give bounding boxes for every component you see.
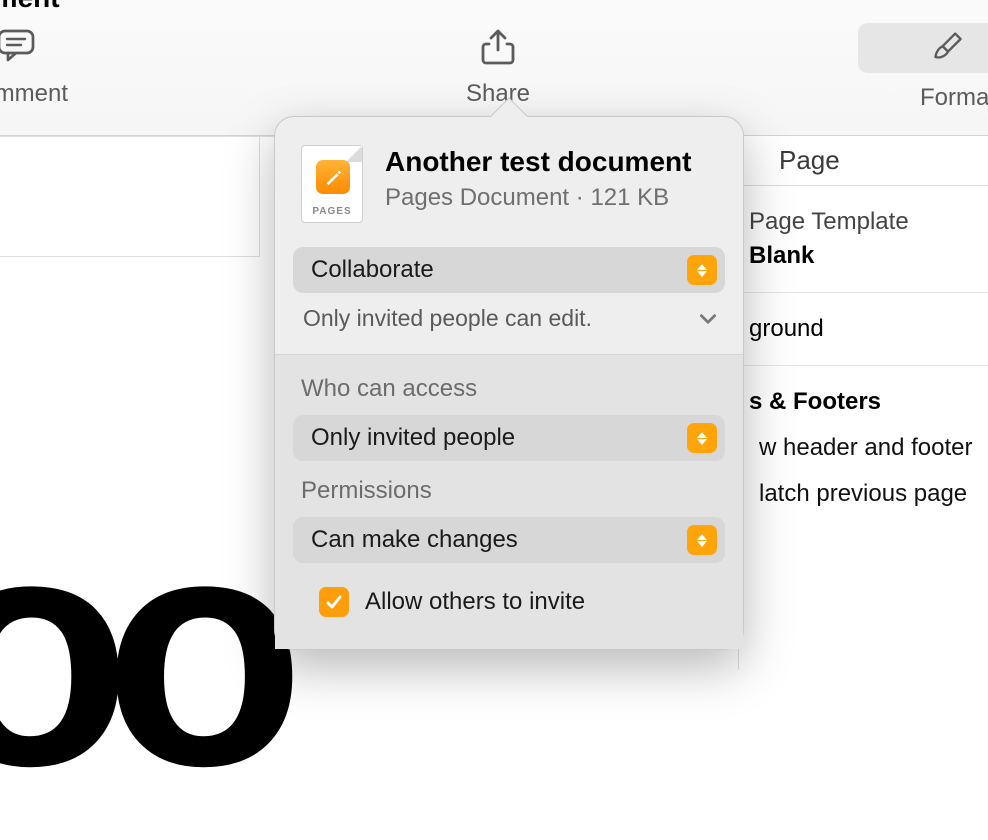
- share-icon: [478, 28, 518, 62]
- inspector-headers-section: s & Footers w header and footer latch pr…: [739, 366, 988, 530]
- headers-footers-label: s & Footers: [749, 388, 988, 416]
- share-summary-disclosure[interactable]: Only invited people can edit.: [275, 293, 743, 354]
- stepper-icon: [687, 255, 717, 285]
- inspector-panel: Page Page Template Blank ground s & Foot…: [738, 136, 988, 670]
- share-doc-meta: Pages Document · 121 KB: [385, 184, 691, 212]
- speech-bubble-icon: [0, 28, 36, 62]
- share-doc-kind: Pages Document: [385, 184, 569, 211]
- share-doc-size: 121 KB: [590, 184, 669, 211]
- pages-app-icon: [316, 160, 350, 194]
- share-summary-text: Only invited people can edit.: [303, 305, 592, 332]
- checkbox-checked-icon: [319, 587, 349, 617]
- template-value: Blank: [749, 242, 988, 270]
- row-match-previous-page[interactable]: latch previous page: [759, 480, 988, 508]
- stepper-icon: [687, 423, 717, 453]
- format-toolbar-button[interactable]: [858, 23, 988, 73]
- permissions-label: Permissions: [293, 477, 725, 517]
- window-title: cument: [0, 0, 60, 14]
- share-label: Share: [466, 80, 530, 107]
- access-section: Who can access Only invited people Permi…: [275, 355, 743, 649]
- allow-others-invite-row[interactable]: Allow others to invite: [293, 569, 725, 643]
- background-label: ground: [749, 315, 988, 343]
- share-mode-value: Collaborate: [311, 256, 434, 284]
- inspector-template-section: Page Template Blank: [739, 186, 988, 293]
- access-value: Only invited people: [311, 424, 515, 452]
- comment-label: Comment: [0, 80, 68, 107]
- share-doc-title: Another test document: [385, 145, 691, 178]
- permissions-select[interactable]: Can make changes: [293, 517, 725, 563]
- tab-page[interactable]: Page: [739, 145, 988, 176]
- allow-others-invite-label: Allow others to invite: [365, 588, 585, 616]
- share-toolbar-button[interactable]: Share: [438, 28, 558, 108]
- template-label: Page Template: [749, 208, 988, 236]
- inspector-tab-bar: Page: [739, 136, 988, 186]
- document-icon: PAGES: [301, 145, 363, 223]
- share-popover: PAGES Another test document Pages Docume…: [274, 116, 744, 650]
- page-edge: [0, 137, 260, 257]
- access-select[interactable]: Only invited people: [293, 415, 725, 461]
- format-label: Format: [920, 84, 988, 111]
- document-icon-label: PAGES: [302, 206, 362, 217]
- row-show-header-footer[interactable]: w header and footer: [759, 434, 988, 462]
- share-mode-select[interactable]: Collaborate: [293, 247, 725, 293]
- share-header: PAGES Another test document Pages Docume…: [275, 117, 743, 241]
- format-label-wrap: Format: [898, 84, 988, 112]
- inspector-background-section: ground: [739, 293, 988, 366]
- access-label: Who can access: [293, 375, 725, 415]
- comment-toolbar-button[interactable]: Comment: [0, 28, 76, 108]
- permissions-value: Can make changes: [311, 526, 518, 554]
- stepper-icon: [687, 525, 717, 555]
- chevron-down-icon: [697, 308, 719, 330]
- canvas-text: oo: [0, 460, 277, 840]
